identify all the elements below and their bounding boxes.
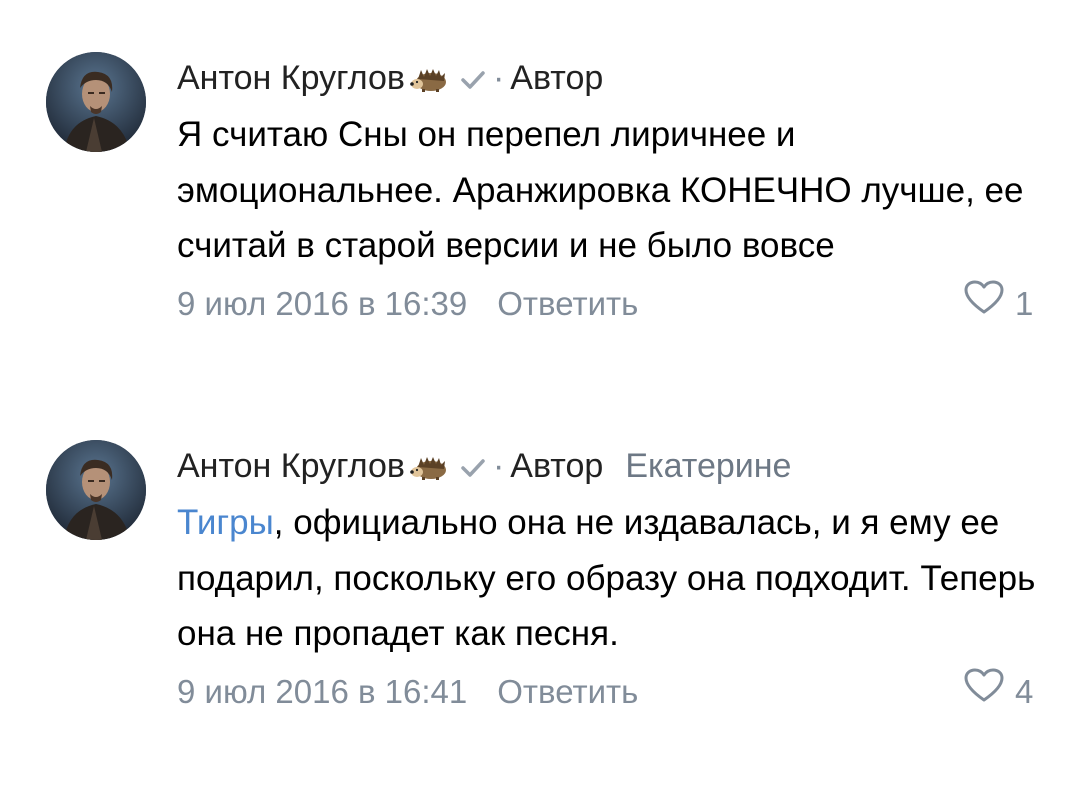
comment-header: Антон Круглов · Автор Екатерине bbox=[177, 440, 1047, 492]
comment-date[interactable]: 9 июл 2016 в 16:41 bbox=[177, 673, 467, 710]
author-name[interactable]: Антон Круглов bbox=[177, 59, 405, 97]
like-button[interactable]: 4 bbox=[963, 662, 1033, 722]
author-name[interactable]: Антон Круглов bbox=[177, 447, 405, 485]
author-role: Автор bbox=[510, 59, 604, 97]
checkmark-icon bbox=[459, 54, 487, 106]
avatar-image bbox=[46, 440, 146, 540]
reply-button[interactable]: Ответить bbox=[497, 673, 638, 710]
comment-text: Тигры, официально она не издавалась, и я… bbox=[177, 495, 1047, 662]
avatar[interactable] bbox=[46, 52, 146, 152]
comment-body: Антон Круглов · Автор Екатерине Тигры, офиц… bbox=[177, 440, 1047, 722]
comment-meta: 9 июл 2016 в 16:41 Ответить 4 bbox=[177, 662, 1047, 722]
hedgehog-icon bbox=[409, 56, 449, 108]
mention-link[interactable]: Тигры bbox=[177, 503, 274, 542]
like-count: 4 bbox=[1015, 672, 1034, 710]
comment-body: Антон Круглов · Автор Я считаю Сны он пере… bbox=[177, 52, 1047, 334]
comment-text: Я считаю Сны он перепел лиричнее и эмоци… bbox=[177, 115, 1024, 265]
reply-to-name[interactable]: Екатерине bbox=[625, 447, 791, 485]
reply-button[interactable]: Ответить bbox=[497, 285, 638, 322]
heart-outline-icon bbox=[963, 662, 1005, 722]
separator-dot: · bbox=[492, 59, 505, 97]
checkmark-icon bbox=[459, 442, 487, 494]
avatar-image bbox=[46, 52, 146, 152]
comment-meta: 9 июл 2016 в 16:39 Ответить 1 bbox=[177, 274, 1047, 334]
avatar[interactable] bbox=[46, 440, 146, 540]
hedgehog-icon bbox=[409, 444, 449, 496]
comment-header: Антон Круглов · Автор bbox=[177, 52, 1047, 104]
comment-date[interactable]: 9 июл 2016 в 16:39 bbox=[177, 285, 467, 322]
author-role: Автор bbox=[510, 447, 604, 485]
comment-text-body: , официально она не издавалась, и я ему … bbox=[177, 503, 1036, 653]
like-count: 1 bbox=[1015, 284, 1034, 322]
heart-outline-icon bbox=[963, 274, 1005, 334]
like-button[interactable]: 1 bbox=[963, 274, 1033, 334]
separator-dot: · bbox=[492, 447, 505, 485]
